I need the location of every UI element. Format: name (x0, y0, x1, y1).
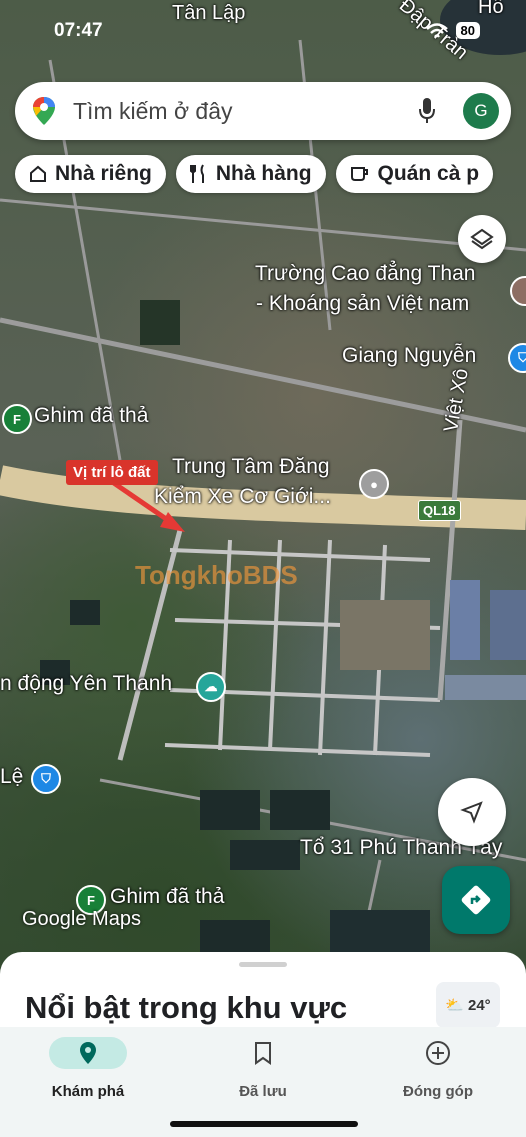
add-circle-icon (426, 1041, 450, 1065)
chip-cafe[interactable]: Quán cà p (335, 155, 494, 193)
nav-contribute[interactable]: Đóng góp (378, 1037, 498, 1100)
chip-restaurant[interactable]: Nhà hàng (175, 155, 326, 193)
nav-saved[interactable]: Đã lưu (203, 1037, 323, 1100)
avatar[interactable]: G (463, 93, 499, 129)
home-indicator (170, 1121, 358, 1127)
map-label-trung-tam-line1: Trung Tâm Đăng (172, 455, 330, 478)
bookmark-icon (255, 1042, 271, 1065)
my-location-button[interactable] (438, 778, 506, 846)
map-label-truong-line2: - Khoáng sản Việt nam (256, 292, 470, 315)
ghim-pin-icon[interactable]: F (2, 404, 32, 434)
restaurant-icon (189, 164, 204, 183)
wifi-icon (425, 22, 448, 38)
location-poi-icon[interactable]: ● (359, 469, 389, 499)
search-bar[interactable]: G (15, 82, 511, 140)
chip-cafe-label: Quán cà p (377, 162, 480, 185)
map-label-le: Lệ (0, 765, 24, 788)
sheet-title: Nổi bật trong khu vực (25, 990, 348, 1025)
status-icons: 80 (425, 22, 480, 39)
map-label-ghim1: Ghim đã thả (34, 404, 149, 427)
search-input[interactable] (71, 96, 395, 126)
map-label-giang-nguyen: Giang Nguyễn (342, 344, 477, 367)
chip-restaurant-label: Nhà hàng (215, 162, 312, 185)
nav-explore[interactable]: Khám phá (28, 1037, 148, 1100)
explore-pin-icon (80, 1042, 96, 1064)
layers-button[interactable] (458, 215, 506, 263)
directions-icon (461, 885, 491, 915)
weather-badge[interactable]: ⛅ 24° (436, 982, 500, 1028)
category-chips: Nhà riêng Nhà hàng Quán cà p (15, 155, 494, 193)
map-label-ghim2: Ghim đã thả (110, 885, 225, 908)
status-time: 07:47 (54, 20, 103, 41)
map-label-trung-tam-line2: Kiểm Xe Cơ Giới... (154, 485, 331, 508)
chip-home[interactable]: Nhà riêng (15, 155, 166, 193)
microphone-icon[interactable] (418, 97, 436, 125)
cafe-icon (350, 167, 368, 181)
map-label-truong-line1: Trường Cao đẳng Than (255, 262, 476, 285)
weather-temp: 24° (468, 996, 491, 1014)
shop-poi-icon-2[interactable]: ⛉ (31, 764, 61, 794)
directions-button[interactable] (442, 866, 510, 934)
watermark: TongkhoBDS (135, 560, 298, 590)
map-label-ho: Hồ (478, 0, 504, 18)
nav-saved-label: Đã lưu (239, 1083, 287, 1100)
layers-icon (470, 228, 494, 250)
nav-contribute-label: Đóng góp (403, 1083, 473, 1100)
map-label-yen-thanh: n động Yên Thanh (0, 672, 173, 695)
google-maps-pin-icon (33, 97, 55, 125)
google-maps-attribution: Google Maps (22, 908, 141, 930)
navigation-arrow-icon (460, 801, 483, 824)
map-label-tan-lap: Tân Lập (172, 2, 246, 24)
nav-explore-label: Khám phá (51, 1083, 125, 1100)
home-icon (30, 165, 46, 182)
highway-ql18-shield: QL18 (418, 500, 461, 521)
plot-location-marker-label: Vị trí lô đất (66, 460, 158, 485)
park-poi-icon[interactable]: ☁ (196, 672, 226, 702)
chip-home-label: Nhà riêng (55, 162, 152, 185)
sheet-drag-handle[interactable] (239, 962, 287, 967)
weather-sun-cloud-icon: ⛅ (445, 997, 464, 1014)
battery-indicator: 80 (455, 22, 480, 39)
